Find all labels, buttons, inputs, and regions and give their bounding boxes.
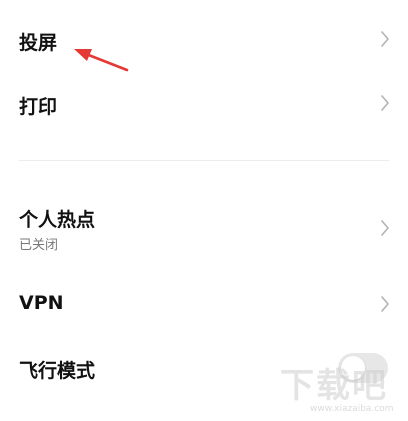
settings-item-print[interactable]: 打印 — [0, 84, 408, 124]
section-divider — [19, 160, 389, 161]
chevron-right-icon — [381, 31, 389, 47]
chevron-right-icon — [381, 220, 389, 236]
settings-item-label: 打印 — [19, 96, 58, 118]
watermark-logo-text: 下载吧 — [280, 366, 388, 406]
settings-item-hotspot[interactable]: 个人热点 已关闭 — [0, 200, 408, 256]
watermark-url: www.xiazaiba.com — [310, 404, 394, 414]
settings-item-label: 个人热点 — [19, 209, 96, 231]
settings-item-vpn[interactable]: VPN — [0, 284, 408, 324]
settings-item-label: 飞行模式 — [19, 360, 96, 382]
chevron-right-icon — [381, 296, 389, 312]
watermark-logo: 下载吧 www.xiazaiba.com — [268, 358, 408, 421]
settings-item-label: VPN — [19, 292, 64, 314]
settings-item-status: 已关闭 — [19, 238, 59, 253]
chevron-right-icon — [381, 95, 389, 111]
settings-item-label: 投屏 — [19, 32, 58, 54]
settings-item-screen-cast[interactable]: 投屏 — [0, 20, 408, 60]
